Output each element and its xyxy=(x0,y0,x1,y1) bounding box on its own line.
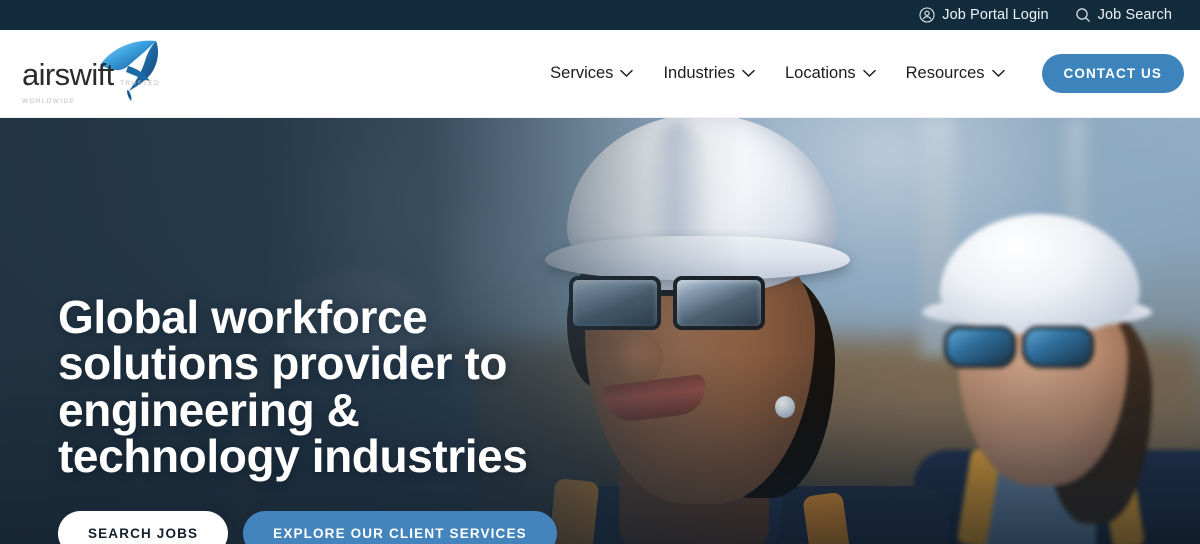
nav-item-locations[interactable]: Locations xyxy=(770,64,891,83)
chevron-down-icon xyxy=(620,64,634,83)
user-circle-icon xyxy=(919,7,935,23)
nav-locations-label: Locations xyxy=(784,64,856,82)
logo-wordmark: airswift xyxy=(22,56,114,92)
hero-headline: Global workforce solutions provider to e… xyxy=(58,294,618,480)
hero-headline-line-2: solutions provider to xyxy=(58,337,508,390)
airswift-logo[interactable]: airswift TRUSTED WORLDWIDE xyxy=(20,39,190,109)
nav-industries-label: Industries xyxy=(663,64,735,82)
job-portal-login-link[interactable]: Job Portal Login xyxy=(919,7,1049,23)
site-header: airswift TRUSTED WORLDWIDE Services Indu… xyxy=(0,30,1200,118)
contact-us-button[interactable]: CONTACT US xyxy=(1041,54,1184,93)
hero-cta-row: SEARCH JOBS EXPLORE OUR CLIENT SERVICES xyxy=(58,510,618,544)
job-search-link[interactable]: Job Search xyxy=(1075,7,1172,23)
logo-text-block: airswift TRUSTED WORLDWIDE xyxy=(22,59,190,108)
main-navigation: Services Industries Locations Resources … xyxy=(535,54,1200,93)
chevron-down-icon xyxy=(991,64,1005,83)
search-jobs-button[interactable]: SEARCH JOBS xyxy=(58,510,229,544)
hero-headline-line-3: engineering & xyxy=(58,383,360,436)
nav-item-services[interactable]: Services xyxy=(535,64,648,83)
nav-services-label: Services xyxy=(550,64,614,82)
hero-content: Global workforce solutions provider to e… xyxy=(58,294,618,544)
search-icon xyxy=(1075,7,1091,23)
nav-item-resources[interactable]: Resources xyxy=(891,64,1020,83)
explore-client-services-button[interactable]: EXPLORE OUR CLIENT SERVICES xyxy=(243,510,557,544)
job-search-label: Job Search xyxy=(1097,7,1172,23)
nav-item-industries[interactable]: Industries xyxy=(648,64,770,83)
hero-section: Global workforce solutions provider to e… xyxy=(0,118,1200,544)
job-portal-login-label: Job Portal Login xyxy=(942,7,1049,23)
nav-resources-label: Resources xyxy=(905,64,985,82)
hero-headline-line-4: technology industries xyxy=(58,430,528,483)
top-utility-bar: Job Portal Login Job Search xyxy=(0,0,1200,30)
chevron-down-icon xyxy=(862,64,876,83)
chevron-down-icon xyxy=(742,64,755,83)
hero-headline-line-1: Global workforce xyxy=(58,291,428,343)
